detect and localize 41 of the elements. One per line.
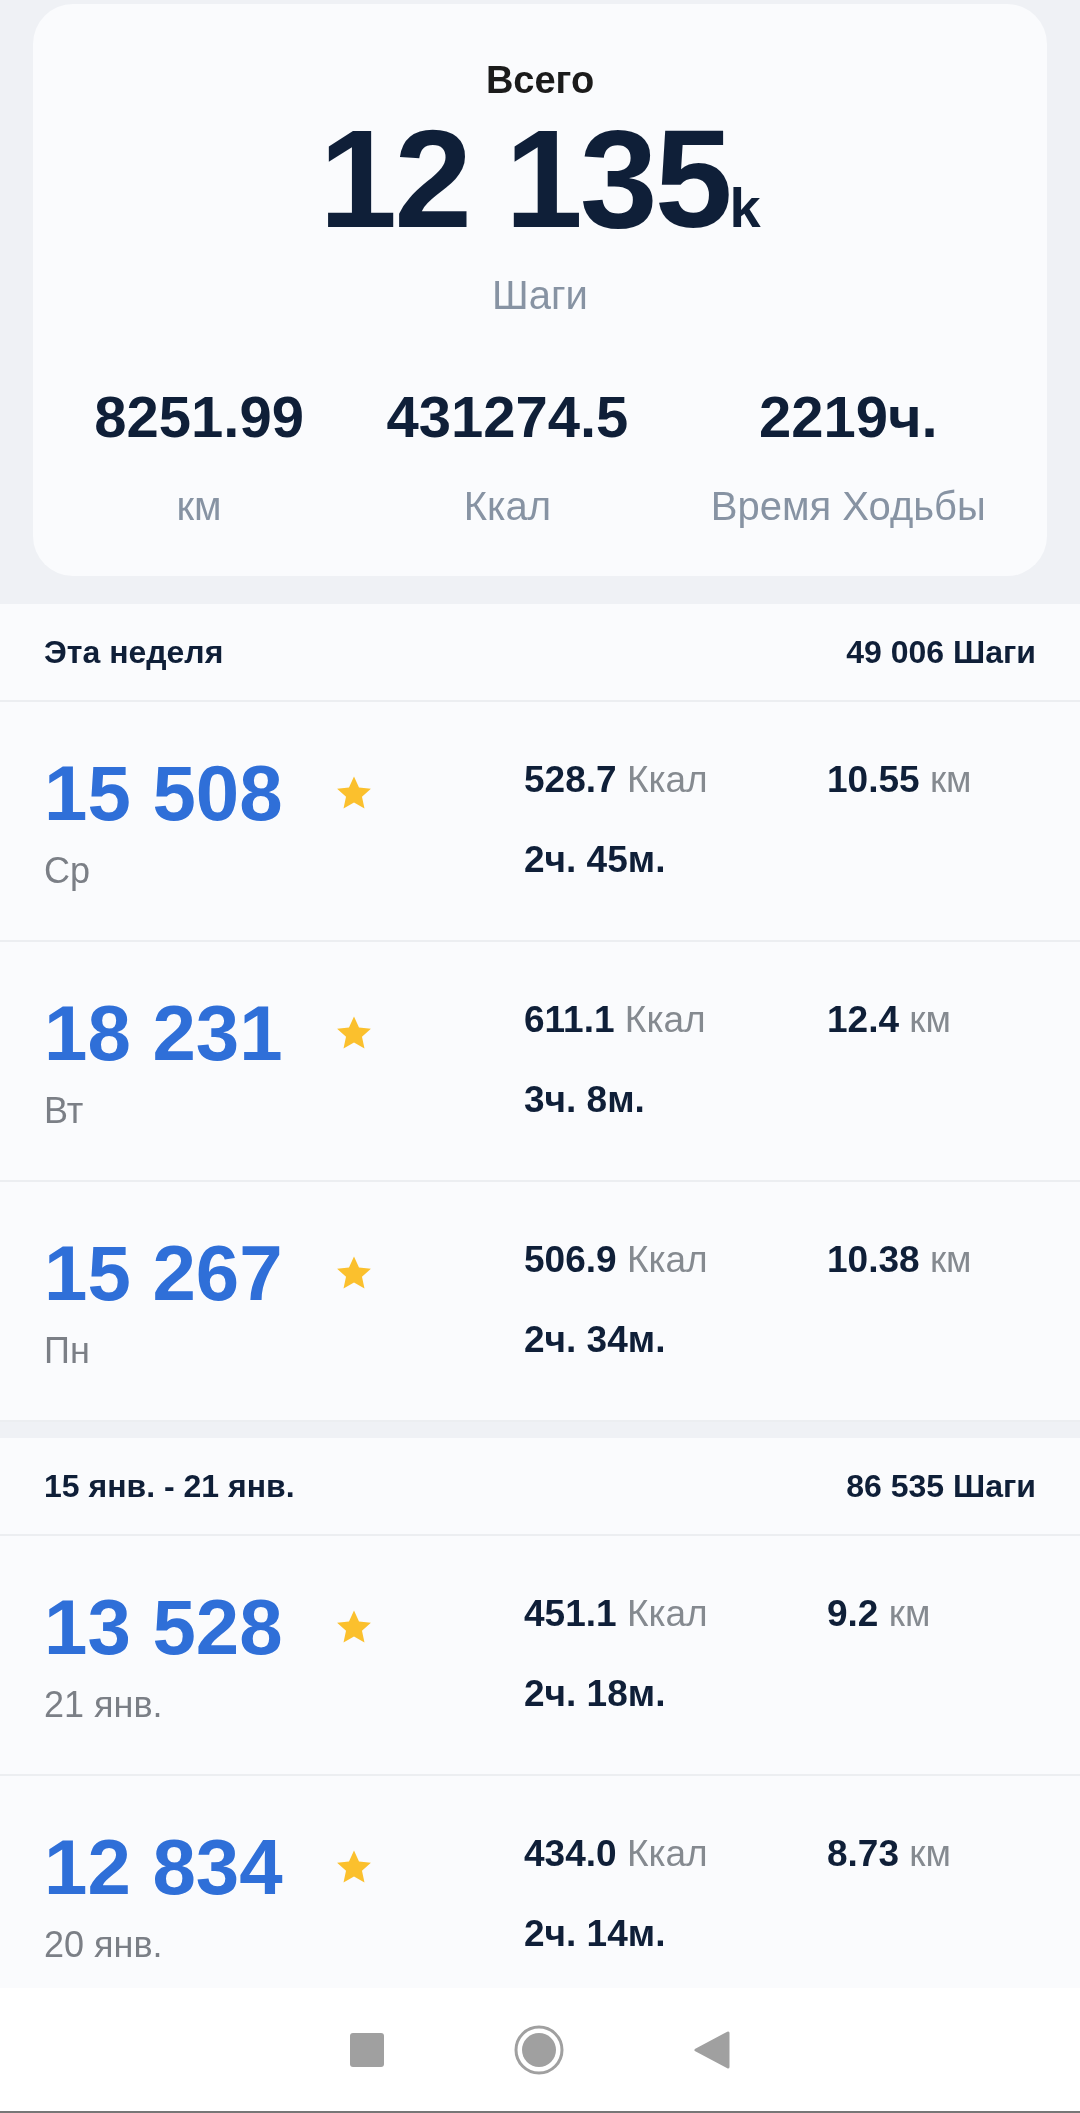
distance-value: 12.4 км	[827, 998, 951, 1042]
day-steps: 15 267	[44, 1234, 283, 1312]
distance-value: 10.38 км	[827, 1238, 972, 1282]
day-steps: 15 508	[44, 754, 283, 832]
stat-value: 431274.5	[385, 383, 630, 451]
day-steps: 12 834	[44, 1828, 283, 1906]
distance-value: 10.55 км	[827, 758, 972, 802]
walking-time: 3ч. 8м.	[524, 1077, 646, 1122]
day-steps: 18 231	[44, 994, 283, 1072]
calories-value: 506.9 Ккал	[524, 1238, 709, 1282]
total-steps: 12 135k	[53, 109, 1027, 249]
week-total: 86 535 Шаги	[846, 1467, 1036, 1506]
day-label: Ср	[44, 849, 92, 893]
day-label: 20 янв.	[44, 1923, 164, 1967]
distance-value: 9.2 км	[827, 1592, 931, 1636]
distance-value: 8.73 км	[827, 1832, 951, 1876]
total-title: Всего	[484, 58, 596, 103]
week-title: 15 янв. - 21 янв.	[44, 1467, 295, 1506]
home-icon[interactable]	[514, 2024, 564, 2075]
calories-value: 611.1 Ккал	[524, 998, 707, 1042]
day-steps: 13 528	[44, 1588, 283, 1666]
day-label: Вт	[44, 1089, 85, 1133]
stat-label: Время Ходьбы	[709, 483, 987, 530]
recent-apps-icon[interactable]	[350, 2032, 384, 2067]
steps-label: Шаги	[491, 272, 589, 319]
week-total: 49 006 Шаги	[846, 633, 1036, 672]
day-label: 21 янв.	[44, 1683, 164, 1727]
stat-label: км	[175, 483, 223, 530]
walking-time: 2ч. 45м.	[524, 837, 667, 882]
stat-label: Ккал	[462, 483, 552, 530]
back-icon[interactable]	[694, 2030, 730, 2069]
stat-value: 8251.99	[93, 383, 305, 451]
calories-value: 434.0 Ккал	[524, 1832, 709, 1876]
day-label: Пн	[44, 1329, 91, 1373]
walking-time: 2ч. 14м.	[524, 1911, 667, 1956]
stat-value: 2219ч.	[757, 383, 939, 451]
calories-value: 451.1 Ккал	[524, 1592, 709, 1636]
calories-value: 528.7 Ккал	[524, 758, 709, 802]
walking-time: 2ч. 18м.	[524, 1671, 667, 1716]
week-title: Эта неделя	[44, 633, 224, 672]
walking-time: 2ч. 34м.	[524, 1317, 667, 1362]
